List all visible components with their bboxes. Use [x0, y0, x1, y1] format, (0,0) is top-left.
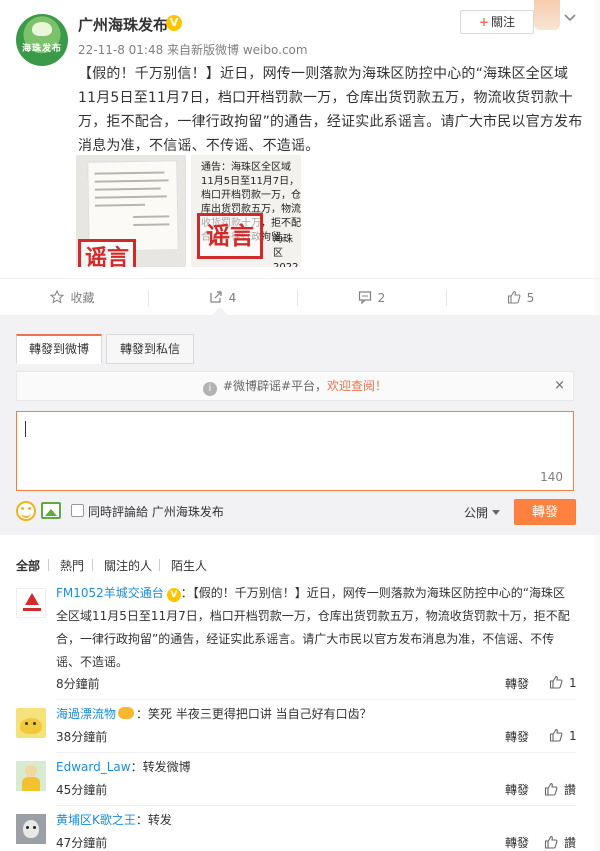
- forward-panel: 轉發到微博 轉發到私信 i #微博辟谣#平台，欢迎查阅！ × 140 同時評論給 …: [0, 316, 600, 535]
- post-text: 【假的！千万别信！】近日，网传一则落款为海珠区防控中心的“海珠区全区域11月5日…: [78, 66, 583, 154]
- post-meta[interactable]: 22-11-8 01:48 来自新版微博 weibo.com: [78, 41, 308, 58]
- comment-body: 黄埔区K歌之王：转发: [56, 809, 576, 832]
- comment-time[interactable]: 47分鐘前: [56, 834, 107, 851]
- star-icon: [50, 290, 65, 304]
- rumor-stamp: 谣言: [197, 213, 263, 259]
- comment-button[interactable]: 2: [299, 279, 444, 317]
- comment-time[interactable]: 45分鐘前: [56, 781, 107, 798]
- author-avatar[interactable]: 海珠发布: [16, 14, 68, 66]
- post-image-1[interactable]: 谣言: [76, 155, 186, 267]
- chevron-down-icon[interactable]: [560, 8, 580, 28]
- filter-all[interactable]: 全部: [16, 557, 40, 574]
- avatar-text: 海珠发布: [21, 44, 62, 54]
- also-comment-label[interactable]: 同時評論給 广州海珠发布: [88, 503, 224, 520]
- close-icon[interactable]: ×: [554, 372, 565, 400]
- also-comment-checkbox[interactable]: [71, 504, 84, 517]
- caret-down-icon: [492, 510, 501, 515]
- comment-forward-button[interactable]: 轉發: [505, 781, 529, 798]
- favorite-button[interactable]: 收藏: [0, 279, 145, 317]
- info-link[interactable]: 欢迎查阅！: [327, 379, 387, 393]
- like-button[interactable]: 5: [448, 279, 593, 317]
- thumbs-up-icon: [544, 782, 558, 796]
- vip-icon: [118, 707, 135, 719]
- info-icon: i: [202, 382, 217, 396]
- active-arrow: [212, 307, 228, 315]
- comment-author[interactable]: FM1052羊城交通台: [56, 586, 164, 600]
- filter-strangers[interactable]: 陌生人: [171, 557, 207, 574]
- leaf-logo-icon: [32, 22, 52, 36]
- follow-button[interactable]: + 關注: [460, 10, 534, 34]
- comment-time[interactable]: 38分鐘前: [56, 728, 107, 745]
- thumbs-up-icon: [507, 290, 521, 304]
- text-caret: [25, 421, 26, 437]
- banner-decoration: [534, 0, 560, 30]
- verified-icon: V: [166, 15, 182, 31]
- comment-like-button[interactable]: 1: [549, 675, 577, 690]
- emoji-icon[interactable]: [16, 501, 36, 521]
- info-text: #微博辟谣#平台，: [222, 379, 328, 393]
- comment-like-button[interactable]: 1: [549, 728, 577, 743]
- forward-toolbar: 同時評論給 广州海珠发布 公開 轉發: [16, 499, 576, 527]
- verified-icon: V: [166, 588, 181, 602]
- comment-author[interactable]: 黄埔区K歌之王: [56, 813, 136, 827]
- comment-author[interactable]: Edward_Law: [56, 760, 131, 774]
- info-bar: i #微博辟谣#平台，欢迎查阅！ ×: [16, 371, 574, 401]
- forward-icon: [210, 291, 222, 303]
- post-image-2[interactable]: 通告：海珠区全区域11月5日至11月7日，档口开档罚款一万，仓库出货罚款五万，物…: [191, 155, 301, 267]
- filter-hot[interactable]: 熱門: [60, 557, 84, 574]
- comment-avatar[interactable]: [16, 814, 46, 844]
- visibility-select[interactable]: 公開: [464, 504, 501, 521]
- tab-forward-private[interactable]: 轉發到私信: [106, 334, 194, 364]
- comment-like-button[interactable]: 讚: [544, 834, 576, 851]
- comment-icon: [358, 291, 371, 304]
- comment-avatar[interactable]: [16, 708, 46, 738]
- comment-author[interactable]: 海過漂流物: [56, 707, 116, 721]
- comment-text: ：笑死 半夜三更得把口讲 当自己好有口齿？: [136, 707, 372, 721]
- plus-icon: +: [478, 15, 490, 29]
- action-bar: 收藏 4 2 5: [0, 278, 600, 316]
- divider: [56, 805, 576, 806]
- comment-body: 海過漂流物 ：笑死 半夜三更得把口讲 当自己好有口齿？: [56, 703, 576, 726]
- comment-time[interactable]: 8分鐘前: [56, 675, 100, 692]
- comment-forward-button[interactable]: 轉發: [505, 675, 529, 692]
- comment-body: Edward_Law：转发微博: [56, 756, 576, 779]
- send-forward-button[interactable]: 轉發: [514, 499, 576, 525]
- comment-forward-button[interactable]: 轉發: [505, 834, 529, 851]
- comment-like-button[interactable]: 讚: [544, 781, 576, 798]
- comment-avatar[interactable]: [16, 588, 46, 618]
- divider: [56, 699, 576, 700]
- divider: [56, 752, 576, 753]
- comment-text: ：转发: [135, 813, 172, 827]
- comment-avatar[interactable]: [16, 761, 46, 791]
- comment-text: ：转发微博: [130, 760, 191, 774]
- forward-textarea[interactable]: 140: [16, 411, 574, 491]
- char-count: 140: [540, 470, 563, 484]
- tab-forward-weibo[interactable]: 轉發到微博: [16, 334, 102, 364]
- comment-forward-button[interactable]: 轉發: [505, 728, 529, 745]
- author-name[interactable]: 广州海珠发布: [78, 14, 168, 35]
- thumbs-up-icon: [549, 675, 563, 689]
- thumbs-up-icon: [549, 728, 563, 742]
- filter-following[interactable]: 關注的人: [104, 557, 152, 574]
- image-icon[interactable]: [41, 502, 61, 519]
- notice-tail: 海珠区 2022年: [273, 234, 298, 267]
- rumor-stamp: 谣言: [78, 239, 136, 267]
- thumbs-up-icon: [544, 835, 558, 849]
- comment-body: FM1052羊城交通台 V ：【假的！千万别信！】近日，网传一则落款为海珠区防控中心…: [56, 582, 576, 674]
